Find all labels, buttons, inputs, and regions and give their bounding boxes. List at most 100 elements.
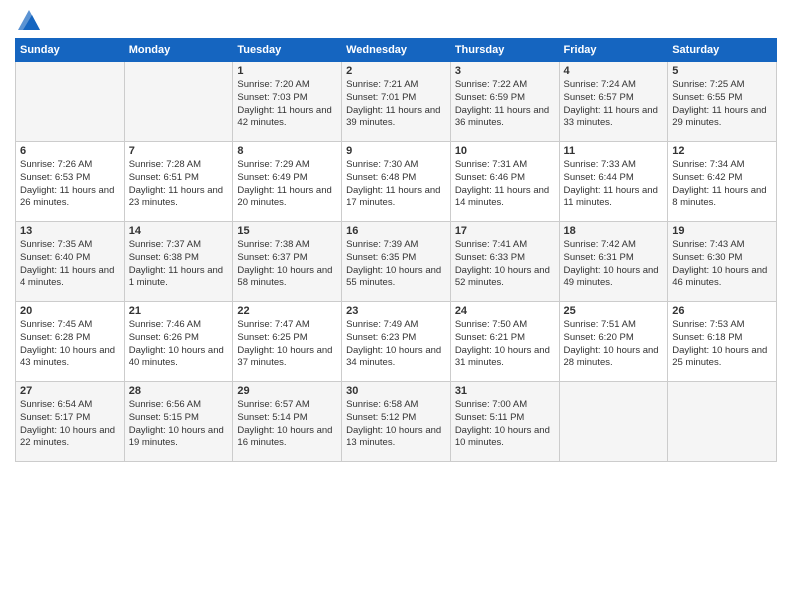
day-content: Sunrise: 7:22 AM Sunset: 6:59 PM Dayligh… bbox=[455, 79, 555, 130]
calendar-cell: 23 Sunrise: 7:49 AM Sunset: 6:23 PM Dayli… bbox=[342, 302, 451, 382]
calendar-cell: 15Sunrise: 7:38 AM Sunset: 6:37 PM Dayli… bbox=[233, 222, 342, 302]
day-number: 4 bbox=[564, 65, 664, 77]
day-content: Sunrise: 7:31 AM Sunset: 6:46 PM Dayligh… bbox=[455, 159, 555, 210]
day-content: Sunrise: 7:50 AM Sunset: 6:21 PM Dayligh… bbox=[455, 319, 555, 370]
day-content: Sunrise: 7:46 AM Sunset: 6:26 PM Dayligh… bbox=[129, 319, 229, 370]
calendar-cell: 28 Sunrise: 6:56 AM Sunset: 5:15 PM Dayli… bbox=[124, 382, 233, 462]
calendar-cell: 31 Sunrise: 7:00 AM Sunset: 5:11 PM Dayli… bbox=[450, 382, 559, 462]
day-content: Sunrise: 7:45 AM Sunset: 6:28 PM Dayligh… bbox=[20, 319, 120, 370]
day-number: 16 bbox=[346, 225, 446, 237]
day-content: Sunrise: 6:58 AM Sunset: 5:12 PM Dayligh… bbox=[346, 399, 446, 450]
day-content: Sunrise: 7:42 AM Sunset: 6:31 PM Dayligh… bbox=[564, 239, 664, 290]
day-number: 2 bbox=[346, 65, 446, 77]
calendar-cell bbox=[559, 382, 668, 462]
calendar-week-row: 6 Sunrise: 7:26 AM Sunset: 6:53 PM Daylig… bbox=[16, 142, 777, 222]
calendar-cell: 13 Sunrise: 7:35 AM Sunset: 6:40 PM Dayli… bbox=[16, 222, 125, 302]
day-number: 21 bbox=[129, 305, 229, 317]
day-number: 28 bbox=[129, 385, 229, 397]
day-number: 11 bbox=[564, 145, 664, 157]
day-number: 23 bbox=[346, 305, 446, 317]
day-number: 3 bbox=[455, 65, 555, 77]
day-number: 5 bbox=[672, 65, 772, 77]
day-content: Sunrise: 7:20 AM Sunset: 7:03 PM Dayligh… bbox=[237, 79, 337, 130]
calendar-cell: 3 Sunrise: 7:22 AM Sunset: 6:59 PM Daylig… bbox=[450, 62, 559, 142]
calendar-cell: 17 Sunrise: 7:41 AM Sunset: 6:33 PM Dayli… bbox=[450, 222, 559, 302]
day-content: Sunrise: 7:37 AM Sunset: 6:38 PM Dayligh… bbox=[129, 239, 229, 290]
calendar-cell: 6 Sunrise: 7:26 AM Sunset: 6:53 PM Daylig… bbox=[16, 142, 125, 222]
day-content: Sunrise: 7:35 AM Sunset: 6:40 PM Dayligh… bbox=[20, 239, 120, 290]
calendar-week-row: 20 Sunrise: 7:45 AM Sunset: 6:28 PM Dayli… bbox=[16, 302, 777, 382]
day-number: 30 bbox=[346, 385, 446, 397]
day-content: Sunrise: 7:39 AM Sunset: 6:35 PM Dayligh… bbox=[346, 239, 446, 290]
day-content: Sunrise: 7:00 AM Sunset: 5:11 PM Dayligh… bbox=[455, 399, 555, 450]
day-content: Sunrise: 7:30 AM Sunset: 6:48 PM Dayligh… bbox=[346, 159, 446, 210]
calendar-cell: 30 Sunrise: 6:58 AM Sunset: 5:12 PM Dayli… bbox=[342, 382, 451, 462]
calendar-cell: 20 Sunrise: 7:45 AM Sunset: 6:28 PM Dayli… bbox=[16, 302, 125, 382]
day-content: Sunrise: 7:24 AM Sunset: 6:57 PM Dayligh… bbox=[564, 79, 664, 130]
day-content: Sunrise: 7:38 AM Sunset: 6:37 PM Dayligh… bbox=[237, 239, 337, 290]
day-content: Sunrise: 7:47 AM Sunset: 6:25 PM Dayligh… bbox=[237, 319, 337, 370]
day-content: Sunrise: 7:51 AM Sunset: 6:20 PM Dayligh… bbox=[564, 319, 664, 370]
day-number: 24 bbox=[455, 305, 555, 317]
day-header: Thursday bbox=[450, 39, 559, 62]
calendar-cell: 1Sunrise: 7:20 AM Sunset: 7:03 PM Daylig… bbox=[233, 62, 342, 142]
header bbox=[15, 10, 777, 30]
day-header: Monday bbox=[124, 39, 233, 62]
calendar-cell: 16 Sunrise: 7:39 AM Sunset: 6:35 PM Dayli… bbox=[342, 222, 451, 302]
calendar-cell: 14 Sunrise: 7:37 AM Sunset: 6:38 PM Dayli… bbox=[124, 222, 233, 302]
day-content: Sunrise: 7:33 AM Sunset: 6:44 PM Dayligh… bbox=[564, 159, 664, 210]
calendar-cell bbox=[124, 62, 233, 142]
calendar-table: SundayMondayTuesdayWednesdayThursdayFrid… bbox=[15, 38, 777, 462]
calendar-cell: 9 Sunrise: 7:30 AM Sunset: 6:48 PM Daylig… bbox=[342, 142, 451, 222]
day-number: 9 bbox=[346, 145, 446, 157]
logo-icon bbox=[18, 10, 40, 30]
calendar-cell: 18 Sunrise: 7:42 AM Sunset: 6:31 PM Dayli… bbox=[559, 222, 668, 302]
day-number: 8 bbox=[237, 145, 337, 157]
calendar-cell: 22 Sunrise: 7:47 AM Sunset: 6:25 PM Dayli… bbox=[233, 302, 342, 382]
day-number: 18 bbox=[564, 225, 664, 237]
calendar-week-row: 1Sunrise: 7:20 AM Sunset: 7:03 PM Daylig… bbox=[16, 62, 777, 142]
day-number: 19 bbox=[672, 225, 772, 237]
calendar-cell: 8 Sunrise: 7:29 AM Sunset: 6:49 PM Daylig… bbox=[233, 142, 342, 222]
calendar-cell: 26 Sunrise: 7:53 AM Sunset: 6:18 PM Dayli… bbox=[668, 302, 777, 382]
day-number: 12 bbox=[672, 145, 772, 157]
day-number: 7 bbox=[129, 145, 229, 157]
calendar-cell: 7 Sunrise: 7:28 AM Sunset: 6:51 PM Daylig… bbox=[124, 142, 233, 222]
day-number: 20 bbox=[20, 305, 120, 317]
day-content: Sunrise: 7:28 AM Sunset: 6:51 PM Dayligh… bbox=[129, 159, 229, 210]
day-number: 27 bbox=[20, 385, 120, 397]
day-content: Sunrise: 7:25 AM Sunset: 6:55 PM Dayligh… bbox=[672, 79, 772, 130]
day-number: 29 bbox=[237, 385, 337, 397]
calendar-header-row: SundayMondayTuesdayWednesdayThursdayFrid… bbox=[16, 39, 777, 62]
calendar-cell bbox=[16, 62, 125, 142]
calendar-cell: 29Sunrise: 6:57 AM Sunset: 5:14 PM Dayli… bbox=[233, 382, 342, 462]
day-number: 22 bbox=[237, 305, 337, 317]
day-number: 25 bbox=[564, 305, 664, 317]
day-number: 17 bbox=[455, 225, 555, 237]
day-header: Wednesday bbox=[342, 39, 451, 62]
calendar-cell: 2Sunrise: 7:21 AM Sunset: 7:01 PM Daylig… bbox=[342, 62, 451, 142]
day-content: Sunrise: 7:34 AM Sunset: 6:42 PM Dayligh… bbox=[672, 159, 772, 210]
day-header: Tuesday bbox=[233, 39, 342, 62]
day-number: 26 bbox=[672, 305, 772, 317]
calendar-week-row: 27Sunrise: 6:54 AM Sunset: 5:17 PM Dayli… bbox=[16, 382, 777, 462]
day-header: Saturday bbox=[668, 39, 777, 62]
day-content: Sunrise: 7:41 AM Sunset: 6:33 PM Dayligh… bbox=[455, 239, 555, 290]
day-header: Sunday bbox=[16, 39, 125, 62]
calendar-cell: 24 Sunrise: 7:50 AM Sunset: 6:21 PM Dayli… bbox=[450, 302, 559, 382]
day-content: Sunrise: 7:53 AM Sunset: 6:18 PM Dayligh… bbox=[672, 319, 772, 370]
day-content: Sunrise: 7:49 AM Sunset: 6:23 PM Dayligh… bbox=[346, 319, 446, 370]
calendar-cell: 27Sunrise: 6:54 AM Sunset: 5:17 PM Dayli… bbox=[16, 382, 125, 462]
calendar-cell: 11 Sunrise: 7:33 AM Sunset: 6:44 PM Dayli… bbox=[559, 142, 668, 222]
day-content: Sunrise: 6:56 AM Sunset: 5:15 PM Dayligh… bbox=[129, 399, 229, 450]
day-header: Friday bbox=[559, 39, 668, 62]
day-number: 13 bbox=[20, 225, 120, 237]
calendar-cell: 19Sunrise: 7:43 AM Sunset: 6:30 PM Dayli… bbox=[668, 222, 777, 302]
day-content: Sunrise: 7:26 AM Sunset: 6:53 PM Dayligh… bbox=[20, 159, 120, 210]
day-content: Sunrise: 7:29 AM Sunset: 6:49 PM Dayligh… bbox=[237, 159, 337, 210]
calendar-cell: 10Sunrise: 7:31 AM Sunset: 6:46 PM Dayli… bbox=[450, 142, 559, 222]
day-number: 31 bbox=[455, 385, 555, 397]
day-number: 14 bbox=[129, 225, 229, 237]
calendar-cell: 4 Sunrise: 7:24 AM Sunset: 6:57 PM Daylig… bbox=[559, 62, 668, 142]
day-number: 6 bbox=[20, 145, 120, 157]
